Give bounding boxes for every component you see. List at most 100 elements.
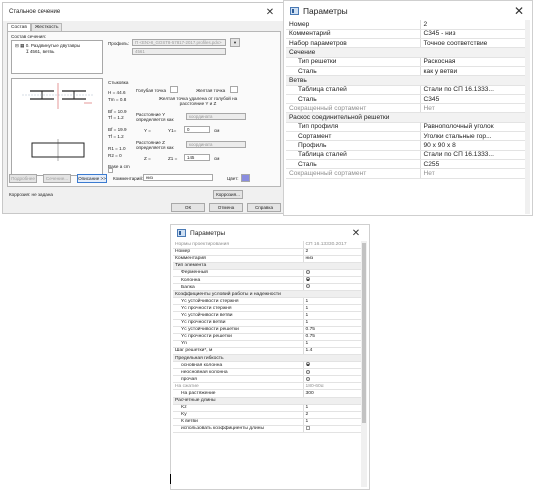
property-value[interactable]: 1 xyxy=(302,418,363,426)
property-row[interactable]: Набор параметров Точное соответствие xyxy=(286,38,528,49)
property-value[interactable]: 1 xyxy=(302,297,363,306)
property-row[interactable]: Ky 2 xyxy=(173,411,363,419)
blue-dot-picker[interactable] xyxy=(170,86,178,93)
property-row[interactable]: Сортамент Уголки стальные гор... xyxy=(286,131,528,142)
section-button[interactable]: Сечение... xyxy=(43,174,71,183)
details-button[interactable]: Подробнее xyxy=(9,174,37,183)
property-value[interactable]: Равнополочный уголок xyxy=(419,122,528,133)
property-row[interactable]: Kz 1 xyxy=(173,404,363,412)
close-icon[interactable]: ✕ xyxy=(349,228,363,239)
radio-icon[interactable] xyxy=(305,369,310,374)
radio-icon[interactable] xyxy=(305,362,310,367)
property-value[interactable]: Нет xyxy=(419,103,528,114)
property-value[interactable]: 1.4 xyxy=(302,347,363,356)
tab-composition[interactable]: Состав xyxy=(7,23,31,31)
property-value[interactable] xyxy=(302,276,363,285)
property-row[interactable]: На растяжение 300 xyxy=(173,389,363,398)
property-row[interactable]: Номер 2 xyxy=(173,248,363,256)
property-row[interactable]: Таблица сталей Стали по СП 16.1333... xyxy=(286,150,528,160)
property-value[interactable]: 1 xyxy=(302,311,363,320)
browse-profile-button[interactable]: ▾ xyxy=(230,38,240,47)
property-row[interactable]: Тип профиля Равнополочный уголок xyxy=(286,122,528,133)
property-row[interactable]: Колонна xyxy=(173,276,363,285)
close-icon[interactable]: ✕ xyxy=(512,4,526,18)
property-value[interactable]: Уголки стальные гор... xyxy=(419,131,528,142)
property-value[interactable]: 2 xyxy=(302,248,363,256)
property-row[interactable]: К ветви 1 xyxy=(173,418,363,426)
property-value[interactable]: 1 xyxy=(302,340,363,348)
close-icon[interactable]: ✕ xyxy=(263,7,277,18)
property-value[interactable] xyxy=(302,269,363,277)
property-row[interactable]: Сталь как у ветви xyxy=(286,66,528,77)
checkbox-icon[interactable] xyxy=(305,426,310,431)
scrollbar[interactable] xyxy=(525,20,530,214)
property-row[interactable]: Yc устойчивости решетки 0.75 xyxy=(173,326,363,334)
property-value[interactable]: 90 x 90 x 8 xyxy=(419,140,528,151)
property-row[interactable]: Yc прочности стержня 1 xyxy=(173,304,363,313)
property-row[interactable]: На сжатие 180-60α xyxy=(173,382,363,391)
property-value[interactable]: 1 xyxy=(302,404,363,412)
property-value[interactable]: Точное соответствие xyxy=(419,38,528,49)
z1-input[interactable]: 145 xyxy=(184,154,210,161)
y1-input[interactable]: 0 xyxy=(184,126,210,133)
property-value[interactable]: низ xyxy=(302,255,363,263)
property-value[interactable]: 1 xyxy=(302,304,363,313)
help-button[interactable]: Справка xyxy=(247,203,281,212)
yellow-dot-picker[interactable] xyxy=(230,86,238,93)
distance-z-mode[interactable]: координата xyxy=(186,141,246,148)
tab-stiffness[interactable]: Жесткость xyxy=(30,23,63,31)
property-value[interactable] xyxy=(302,425,363,434)
cancel-button[interactable]: Отмена xyxy=(209,203,243,212)
property-value[interactable]: 300 xyxy=(302,389,363,398)
property-row[interactable]: Профиль 90 x 90 x 8 xyxy=(286,140,528,151)
property-value[interactable]: как у ветви xyxy=(419,66,528,77)
property-value[interactable]: 2 xyxy=(419,20,528,30)
property-row[interactable]: Нормы проектирования СП 16.13330.2017 xyxy=(173,241,363,249)
property-value[interactable] xyxy=(302,375,363,384)
property-row[interactable]: Yc устойчивости ветви 1 xyxy=(173,311,363,320)
property-row[interactable]: Сокращенный сортамент Нет xyxy=(286,103,528,114)
radio-icon[interactable] xyxy=(305,277,310,282)
property-row[interactable]: Сталь С255 xyxy=(286,159,528,170)
property-row[interactable]: Шаг решетки*, м 1.4 xyxy=(173,347,363,356)
property-row[interactable]: Ферменный xyxy=(173,269,363,277)
property-value[interactable]: Стали по СП 16.1333... xyxy=(419,85,528,95)
property-row[interactable]: основная колонна xyxy=(173,361,363,370)
property-value[interactable]: 0.75 xyxy=(302,333,363,341)
property-row[interactable]: Yn 1 xyxy=(173,340,363,348)
property-row[interactable]: Таблица сталей Стали по СП 16.1333... xyxy=(286,85,528,95)
property-value[interactable]: С345 - низ xyxy=(419,29,528,40)
property-value[interactable] xyxy=(302,361,363,370)
scrollbar-thumb[interactable] xyxy=(362,243,366,423)
radio-icon[interactable] xyxy=(305,284,310,289)
property-value[interactable]: 180-60α xyxy=(302,382,363,391)
property-row[interactable]: прочая xyxy=(173,375,363,384)
property-row[interactable]: использовать коэффициенты длины xyxy=(173,425,363,434)
property-row[interactable]: Yc прочности ветви 1 xyxy=(173,319,363,327)
property-row[interactable]: Yc устойчивости стержня 1 xyxy=(173,297,363,306)
ok-button[interactable]: ОК xyxy=(171,203,205,212)
expand-icon[interactable] xyxy=(108,168,113,173)
property-row[interactable]: Комментарий низ xyxy=(173,255,363,263)
property-row[interactable]: Тип решетки Раскосная xyxy=(286,57,528,68)
property-value[interactable]: 2 xyxy=(302,411,363,419)
property-row[interactable]: Сокращенный сортамент Нет xyxy=(286,168,528,179)
property-row[interactable]: Комментарий С345 - низ xyxy=(286,29,528,40)
section-tree[interactable]: ⊟ ▦ 0. Раздвинутые двутавры Ɪ 4561, ветв… xyxy=(11,40,103,74)
property-value[interactable]: Стали по СП 16.1333... xyxy=(419,150,528,160)
property-value[interactable]: Нет xyxy=(419,168,528,179)
radio-icon[interactable] xyxy=(305,270,310,275)
description-button[interactable]: Описание >> xyxy=(77,174,107,183)
property-value[interactable] xyxy=(302,283,363,292)
profile-field[interactable]: П <EN>8_GOST8-57817-2017.profiles.pdx> xyxy=(132,39,226,46)
comment-input[interactable]: низ xyxy=(143,174,213,181)
radio-icon[interactable] xyxy=(305,376,310,381)
tree-child[interactable]: Ɪ 4561, ветвь xyxy=(26,49,54,55)
property-value[interactable]: 0.75 xyxy=(302,326,363,334)
property-value[interactable]: СП 16.13330.2017 xyxy=(302,241,363,249)
property-value[interactable]: Раскосная xyxy=(419,57,528,68)
profile-sub-field[interactable]: 4561 xyxy=(132,48,226,55)
property-value[interactable]: 1 xyxy=(302,319,363,327)
distance-y-mode[interactable]: координата xyxy=(186,113,246,120)
property-row[interactable]: Yc прочности решетки 0.75 xyxy=(173,333,363,341)
